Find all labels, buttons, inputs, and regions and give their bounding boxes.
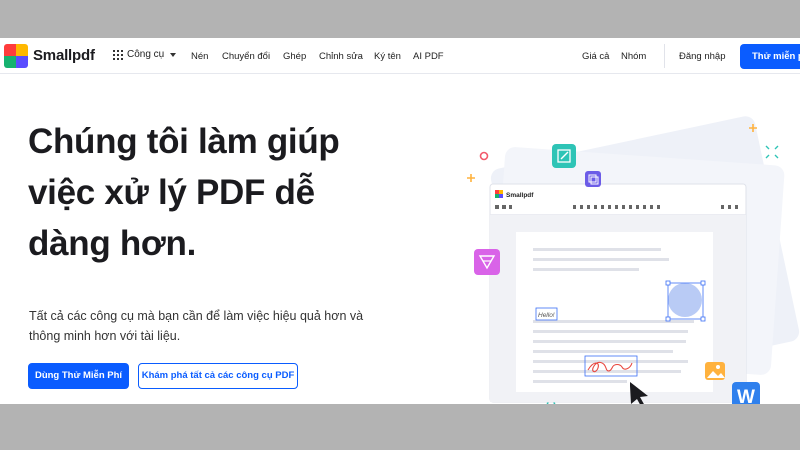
word-to-pdf-icon: W bbox=[732, 382, 760, 404]
nav-link-teams[interactable]: Nhóm bbox=[621, 51, 646, 62]
sign-pdf-icon bbox=[474, 249, 500, 275]
smallpdf-logo-icon[interactable] bbox=[4, 44, 28, 68]
word-letter: W bbox=[737, 387, 755, 404]
cross-sparkle-icon bbox=[765, 145, 779, 159]
grid-icon bbox=[113, 49, 123, 60]
nav-link-sign[interactable]: Ký tên bbox=[374, 51, 401, 62]
circle-sparkle-icon bbox=[479, 151, 489, 161]
chevron-down-icon bbox=[170, 52, 177, 57]
tools-menu-label: Công cụ bbox=[127, 49, 165, 60]
hero-title: Chúng tôi làm giúp việc xử lý PDF dễ dàn… bbox=[28, 122, 340, 263]
nav-link-pricing[interactable]: Giá cả bbox=[582, 51, 609, 62]
nav-link-ai-pdf[interactable]: AI PDF bbox=[413, 51, 444, 62]
top-nav: Smallpdf Công cụ Nén Chuyển đổi Ghép Chỉ… bbox=[0, 38, 800, 74]
nav-link-convert[interactable]: Chuyển đổi bbox=[222, 51, 270, 62]
app-brand: Smallpdf bbox=[506, 192, 534, 199]
nav-link-compress[interactable]: Nén bbox=[191, 51, 208, 62]
explore-tools-cta-button[interactable]: Khám phá tất cả các công cụ PDF bbox=[138, 363, 298, 389]
hello-annotation: Hello! bbox=[538, 312, 555, 319]
try-free-cta-button[interactable]: Dùng Thử Miễn Phí bbox=[28, 363, 129, 389]
nav-divider bbox=[664, 44, 665, 68]
edit-pdf-icon bbox=[552, 144, 576, 168]
image-to-pdf-icon bbox=[705, 362, 725, 380]
nav-link-merge[interactable]: Ghép bbox=[283, 51, 306, 62]
try-free-button[interactable]: Thử miễn phí bbox=[740, 44, 800, 69]
nav-link-edit[interactable]: Chỉnh sửa bbox=[319, 51, 363, 62]
merge-pdf-icon bbox=[585, 171, 601, 187]
hero-illustration: Smallpdf Hello! W bbox=[467, 116, 800, 404]
tools-menu-button[interactable]: Công cụ bbox=[113, 49, 177, 60]
brand-name[interactable]: Smallpdf bbox=[33, 47, 95, 64]
login-link[interactable]: Đăng nhập bbox=[679, 51, 725, 62]
plus-sparkle-icon bbox=[467, 174, 475, 182]
hero-subtitle: Tất cả các công cụ mà bạn cần để làm việ… bbox=[29, 309, 364, 343]
page: Smallpdf Công cụ Nén Chuyển đổi Ghép Chỉ… bbox=[0, 38, 800, 404]
